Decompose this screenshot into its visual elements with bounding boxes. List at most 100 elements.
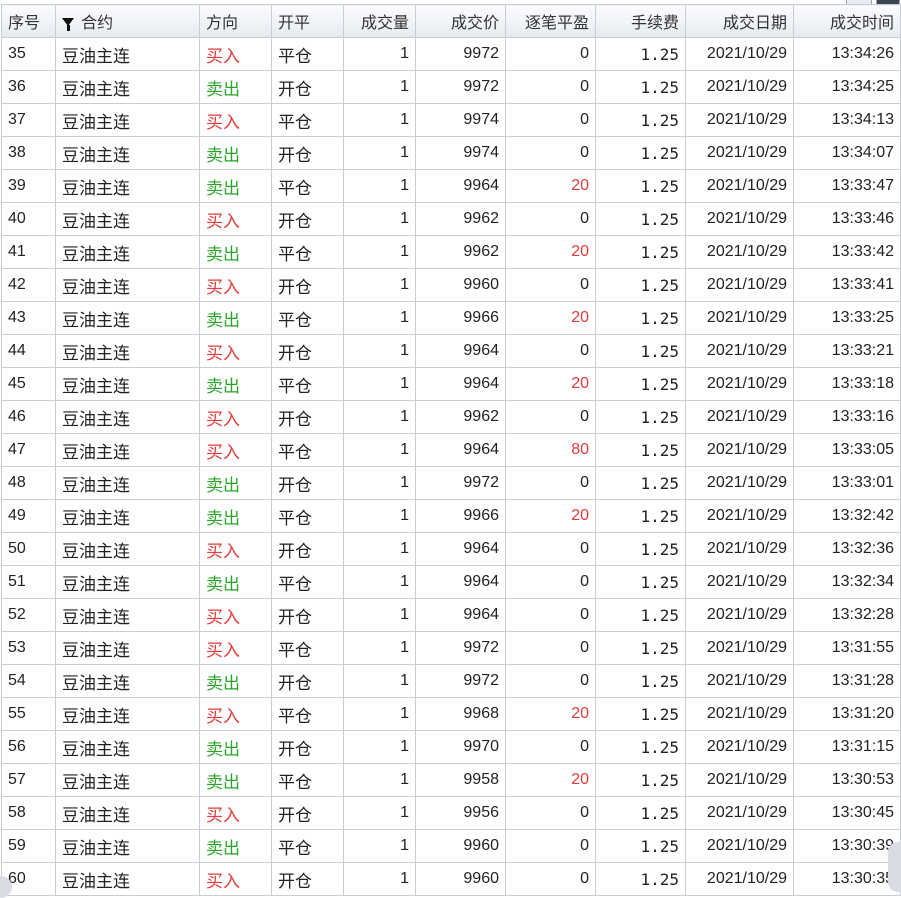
row-volume: 1 — [343, 334, 416, 368]
row-volume: 1 — [343, 532, 416, 566]
table-row[interactable]: 40 豆油主连 买入 开仓 1 9962 0 1.25 2021/10/29 13:33:46 — [1, 202, 901, 236]
row-fee: 1.25 — [595, 70, 686, 104]
table-row[interactable]: 54 豆油主连 卖出 开仓 1 9972 0 1.25 2021/10/29 13:31:28 — [1, 664, 901, 698]
table-row[interactable]: 53 豆油主连 买入 平仓 1 9972 0 1.25 2021/10/29 13:31:55 — [1, 631, 901, 665]
row-direction: 卖出 — [199, 499, 272, 533]
row-pnl: 0 — [505, 631, 596, 665]
row-price: 9956 — [415, 796, 506, 830]
table-row[interactable]: 44 豆油主连 买入 开仓 1 9964 0 1.25 2021/10/29 13:33:21 — [1, 334, 901, 368]
row-open-close: 开仓 — [271, 598, 344, 632]
row-volume: 1 — [343, 730, 416, 764]
col-header-price[interactable]: 成交价 — [415, 4, 506, 38]
row-pnl: 0 — [505, 202, 596, 236]
col-header-volume[interactable]: 成交量 — [343, 4, 416, 38]
table-row[interactable]: 42 豆油主连 买入 开仓 1 9960 0 1.25 2021/10/29 13:33:41 — [1, 268, 901, 302]
row-open-close: 平仓 — [271, 565, 344, 599]
row-seq: 38 — [1, 136, 56, 170]
row-seq: 53 — [1, 631, 56, 665]
table-row[interactable]: 55 豆油主连 买入 平仓 1 9968 20 1.25 2021/10/29 13:31:20 — [1, 697, 901, 731]
row-seq: 50 — [1, 532, 56, 566]
row-direction: 卖出 — [199, 136, 272, 170]
table-row[interactable]: 48 豆油主连 卖出 开仓 1 9972 0 1.25 2021/10/29 13:33:01 — [1, 466, 901, 500]
row-date: 2021/10/29 — [685, 565, 794, 599]
table-row[interactable]: 38 豆油主连 卖出 开仓 1 9974 0 1.25 2021/10/29 13:34:07 — [1, 136, 901, 170]
row-seq: 49 — [1, 499, 56, 533]
col-header-open-close[interactable]: 开平 — [271, 4, 344, 38]
row-fee: 1.25 — [595, 763, 686, 797]
col-header-contract[interactable]: 合约 — [55, 4, 200, 38]
col-header-pnl[interactable]: 逐笔平盈 — [505, 4, 596, 38]
table-row[interactable]: 60 豆油主连 买入 开仓 1 9960 0 1.25 2021/10/29 13:30:35 — [1, 862, 901, 896]
row-direction: 卖出 — [199, 235, 272, 269]
col-header-time[interactable]: 成交时间 — [793, 4, 901, 38]
vertical-scrollbar-thumb[interactable] — [888, 842, 901, 892]
row-fee: 1.25 — [595, 103, 686, 137]
row-open-close: 平仓 — [271, 631, 344, 665]
row-time: 13:33:47 — [793, 169, 901, 203]
row-seq: 51 — [1, 565, 56, 599]
table-row[interactable]: 37 豆油主连 买入 平仓 1 9974 0 1.25 2021/10/29 13:34:13 — [1, 103, 901, 137]
table-row[interactable]: 59 豆油主连 卖出 平仓 1 9960 0 1.25 2021/10/29 13:30:39 — [1, 829, 901, 863]
table-row[interactable]: 47 豆油主连 买入 平仓 1 9964 80 1.25 2021/10/29 13:33:05 — [1, 433, 901, 467]
row-price: 9962 — [415, 400, 506, 434]
row-volume: 1 — [343, 169, 416, 203]
row-price: 9966 — [415, 499, 506, 533]
table-row[interactable]: 51 豆油主连 卖出 平仓 1 9964 0 1.25 2021/10/29 13:32:34 — [1, 565, 901, 599]
row-date: 2021/10/29 — [685, 598, 794, 632]
row-volume: 1 — [343, 664, 416, 698]
row-price: 9964 — [415, 169, 506, 203]
row-price: 9964 — [415, 433, 506, 467]
row-volume: 1 — [343, 37, 416, 71]
col-header-date[interactable]: 成交日期 — [685, 4, 794, 38]
table-row[interactable]: 50 豆油主连 买入 开仓 1 9964 0 1.25 2021/10/29 13:32:36 — [1, 532, 901, 566]
row-price: 9960 — [415, 862, 506, 896]
filter-icon[interactable] — [62, 17, 74, 31]
row-price: 9966 — [415, 301, 506, 335]
col-header-seq[interactable]: 序号 — [1, 4, 56, 38]
row-seq: 36 — [1, 70, 56, 104]
row-volume: 1 — [343, 466, 416, 500]
table-row[interactable]: 41 豆油主连 卖出 平仓 1 9962 20 1.25 2021/10/29 13:33:42 — [1, 235, 901, 269]
row-volume: 1 — [343, 103, 416, 137]
row-direction: 买入 — [199, 400, 272, 434]
row-volume: 1 — [343, 268, 416, 302]
row-seq: 44 — [1, 334, 56, 368]
table-row[interactable]: 45 豆油主连 卖出 平仓 1 9964 20 1.25 2021/10/29 13:33:18 — [1, 367, 901, 401]
row-contract: 豆油主连 — [55, 598, 200, 632]
row-volume: 1 — [343, 565, 416, 599]
col-header-fee[interactable]: 手续费 — [595, 4, 686, 38]
row-seq: 55 — [1, 697, 56, 731]
row-time: 13:31:28 — [793, 664, 901, 698]
row-price: 9962 — [415, 202, 506, 236]
table-row[interactable]: 58 豆油主连 买入 开仓 1 9956 0 1.25 2021/10/29 13:30:45 — [1, 796, 901, 830]
row-fee: 1.25 — [595, 499, 686, 533]
table-row[interactable]: 52 豆油主连 买入 开仓 1 9964 0 1.25 2021/10/29 13:32:28 — [1, 598, 901, 632]
table-row[interactable]: 49 豆油主连 卖出 平仓 1 9966 20 1.25 2021/10/29 13:32:42 — [1, 499, 901, 533]
row-volume: 1 — [343, 202, 416, 236]
col-header-direction[interactable]: 方向 — [199, 4, 272, 38]
row-time: 13:30:35 — [793, 862, 901, 896]
row-fee: 1.25 — [595, 466, 686, 500]
row-pnl: 0 — [505, 565, 596, 599]
table-row[interactable]: 35 豆油主连 买入 平仓 1 9972 0 1.25 2021/10/29 13:34:26 — [1, 37, 901, 71]
table-row[interactable]: 39 豆油主连 卖出 平仓 1 9964 20 1.25 2021/10/29 13:33:47 — [1, 169, 901, 203]
row-direction: 买入 — [199, 598, 272, 632]
row-price: 9974 — [415, 103, 506, 137]
row-price: 9968 — [415, 697, 506, 731]
row-direction: 买入 — [199, 37, 272, 71]
table-row[interactable]: 43 豆油主连 卖出 平仓 1 9966 20 1.25 2021/10/29 13:33:25 — [1, 301, 901, 335]
row-date: 2021/10/29 — [685, 334, 794, 368]
table-row[interactable]: 56 豆油主连 卖出 开仓 1 9970 0 1.25 2021/10/29 13:31:15 — [1, 730, 901, 764]
row-open-close: 开仓 — [271, 136, 344, 170]
row-time: 13:33:41 — [793, 268, 901, 302]
table-row[interactable]: 57 豆油主连 卖出 平仓 1 9958 20 1.25 2021/10/29 13:30:53 — [1, 763, 901, 797]
table-row[interactable]: 36 豆油主连 卖出 开仓 1 9972 0 1.25 2021/10/29 13:34:25 — [1, 70, 901, 104]
row-fee: 1.25 — [595, 829, 686, 863]
row-volume: 1 — [343, 862, 416, 896]
row-open-close: 平仓 — [271, 829, 344, 863]
table-row[interactable]: 46 豆油主连 买入 开仓 1 9962 0 1.25 2021/10/29 13:33:16 — [1, 400, 901, 434]
row-seq: 39 — [1, 169, 56, 203]
row-contract: 豆油主连 — [55, 532, 200, 566]
row-open-close: 开仓 — [271, 334, 344, 368]
row-open-close: 平仓 — [271, 37, 344, 71]
